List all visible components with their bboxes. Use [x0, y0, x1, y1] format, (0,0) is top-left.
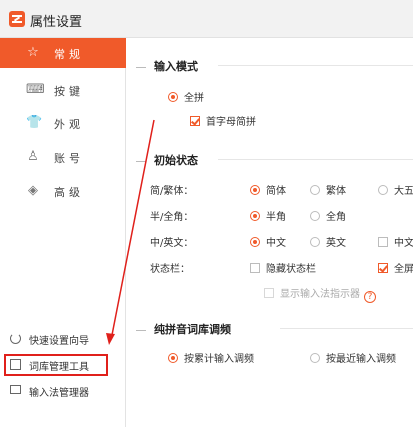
sidebar-item-appearance[interactable]: 👕 外观: [0, 108, 126, 138]
traditional-radio[interactable]: 繁体: [310, 182, 346, 197]
shirt-icon: 👕: [26, 115, 43, 130]
recent-frequency-radio[interactable]: 按最近输入调频: [310, 350, 396, 365]
help-icon[interactable]: ?: [364, 291, 376, 303]
section-heading-input-mode: 输入模式: [136, 58, 198, 74]
simplified-radio[interactable]: 简体: [250, 182, 286, 197]
full-pinyin-radio[interactable]: 全拼: [168, 89, 204, 104]
sidebar-item-label: 常规: [54, 48, 84, 61]
row-label-script: 简/繁体：: [150, 186, 194, 197]
tool-label: 快速设置向导: [29, 336, 89, 347]
divider: [218, 65, 413, 66]
ime-manager-link[interactable]: 输入法管理器: [6, 382, 106, 400]
star-icon: ☆: [27, 45, 39, 60]
app-logo-icon: [9, 11, 25, 27]
show-indicator-checkbox[interactable]: 显示输入法指示器?: [264, 285, 376, 303]
sidebar-item-label: 账号: [54, 152, 84, 165]
sidebar-item-keys[interactable]: ⌨ 按键: [0, 75, 126, 105]
sidebar-item-label: 按键: [54, 85, 84, 98]
chinese-punctuation-checkbox[interactable]: 中文: [378, 234, 413, 249]
quick-setup-wizard-link[interactable]: 快速设置向导: [6, 330, 106, 348]
chinese-radio[interactable]: 中文: [250, 234, 286, 249]
big5-radio[interactable]: 大五: [378, 182, 413, 197]
sidebar-item-account[interactable]: ♙ 账号: [0, 142, 126, 172]
half-width-radio[interactable]: 半角: [250, 208, 286, 223]
divider: [218, 159, 413, 160]
dictionary-icon: [10, 359, 21, 370]
full-width-radio[interactable]: 全角: [310, 208, 346, 223]
sidebar-item-label: 外观: [54, 118, 84, 131]
dictionary-manager-link[interactable]: 词库管理工具: [4, 354, 108, 376]
section-heading-lexicon: 纯拼音词库调频: [136, 321, 231, 337]
keyboard-icon: ⌨: [26, 82, 45, 97]
power-icon: [10, 333, 21, 344]
sidebar-item-label: 高级: [54, 186, 84, 199]
sidebar: ☆ 常规 ⌨ 按键 👕 外观 ♙ 账号 ◈ 高级 快速设置向导 词库管理工具 输…: [0, 38, 126, 427]
tool-label: 输入法管理器: [29, 388, 89, 399]
hide-status-bar-checkbox[interactable]: 隐藏状态栏: [250, 260, 316, 275]
fullscreen-checkbox[interactable]: 全屏: [378, 260, 413, 275]
sidebar-item-advanced[interactable]: ◈ 高级: [0, 176, 126, 206]
initial-letter-checkbox[interactable]: 首字母简拼: [190, 113, 256, 128]
tool-label: 词库管理工具: [29, 362, 89, 373]
layers-icon: ◈: [28, 183, 38, 198]
title-bar: 属性设置: [0, 0, 413, 38]
english-radio[interactable]: 英文: [310, 234, 346, 249]
row-label-status-bar: 状态栏：: [150, 264, 190, 275]
cumulative-frequency-radio[interactable]: 按累计输入调频: [168, 350, 254, 365]
row-label-language: 中/英文：: [150, 238, 194, 249]
section-heading-initial-state: 初始状态: [136, 152, 198, 168]
divider: [280, 328, 413, 329]
monitor-icon: [10, 385, 21, 394]
user-icon: ♙: [27, 149, 39, 164]
row-label-width: 半/全角：: [150, 212, 194, 223]
sidebar-item-general[interactable]: ☆ 常规: [0, 38, 126, 68]
window-title: 属性设置: [30, 15, 83, 30]
